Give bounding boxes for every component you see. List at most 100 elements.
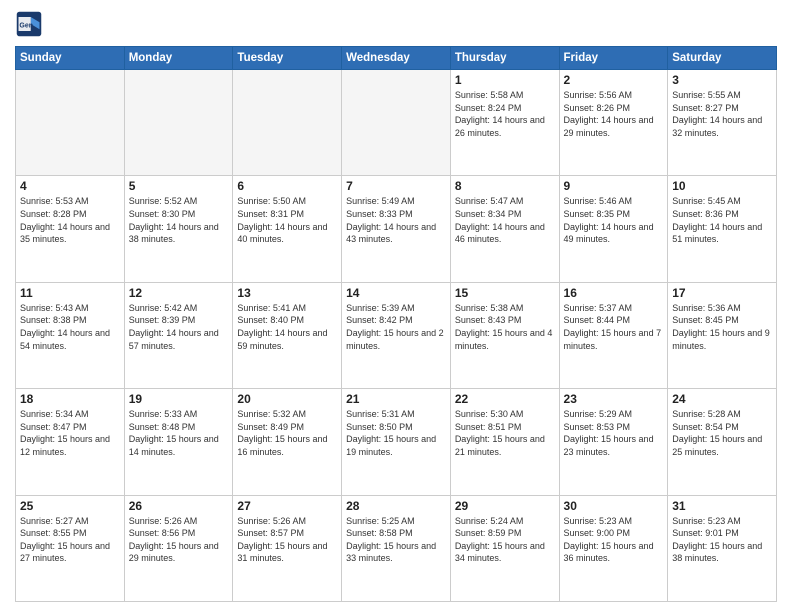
day-number: 24	[672, 392, 772, 406]
day-info: Sunrise: 5:25 AMSunset: 8:58 PMDaylight:…	[346, 515, 446, 565]
calendar-cell: 12Sunrise: 5:42 AMSunset: 8:39 PMDayligh…	[124, 282, 233, 388]
day-number: 4	[20, 179, 120, 193]
day-info: Sunrise: 5:23 AMSunset: 9:01 PMDaylight:…	[672, 515, 772, 565]
day-number: 13	[237, 286, 337, 300]
day-number: 18	[20, 392, 120, 406]
calendar-cell: 18 Sunrise: 5:34 AMSunset: 8:47 PMDayligh…	[16, 389, 125, 495]
day-info: Sunrise: 5:45 AMSunset: 8:36 PMDaylight:…	[672, 195, 772, 245]
calendar-cell: 17 Sunrise: 5:36 AMSunset: 8:45 PMDayligh…	[668, 282, 777, 388]
day-number: 22	[455, 392, 555, 406]
header: Gen	[15, 10, 777, 38]
day-info: Sunrise: 5:28 AMSunset: 8:54 PMDaylight:…	[672, 408, 772, 458]
day-info: Sunrise: 5:39 AMSunset: 8:42 PMDaylight:…	[346, 302, 446, 352]
day-info: Sunrise: 5:27 AMSunset: 8:55 PMDaylight:…	[20, 515, 120, 565]
day-info: Sunrise: 5:26 AMSunset: 8:57 PMDaylight:…	[237, 515, 337, 565]
day-number: 10	[672, 179, 772, 193]
day-info: Sunrise: 5:23 AMSunset: 9:00 PMDaylight:…	[564, 515, 664, 565]
calendar-cell: 29Sunrise: 5:24 AMSunset: 8:59 PMDayligh…	[450, 495, 559, 601]
day-info: Sunrise: 5:55 AMSunset: 8:27 PMDaylight:…	[672, 89, 772, 139]
calendar-cell: 16 Sunrise: 5:37 AMSunset: 8:44 PMDayligh…	[559, 282, 668, 388]
calendar-header-row: SundayMondayTuesdayWednesdayThursdayFrid…	[16, 47, 777, 70]
calendar-cell: 8 Sunrise: 5:47 AMSunset: 8:34 PMDaylight…	[450, 176, 559, 282]
calendar-cell: 7 Sunrise: 5:49 AMSunset: 8:33 PMDaylight…	[342, 176, 451, 282]
calendar-week-row: 11 Sunrise: 5:43 AMSunset: 8:38 PMDayligh…	[16, 282, 777, 388]
calendar-cell: 19 Sunrise: 5:33 AMSunset: 8:48 PMDayligh…	[124, 389, 233, 495]
day-number: 30	[564, 499, 664, 513]
day-info: Sunrise: 5:52 AMSunset: 8:30 PMDaylight:…	[129, 195, 229, 245]
day-info: Sunrise: 5:30 AMSunset: 8:51 PMDaylight:…	[455, 408, 555, 458]
calendar-cell: 27Sunrise: 5:26 AMSunset: 8:57 PMDayligh…	[233, 495, 342, 601]
day-info: Sunrise: 5:49 AMSunset: 8:33 PMDaylight:…	[346, 195, 446, 245]
calendar-cell: 31 Sunrise: 5:23 AMSunset: 9:01 PMDayligh…	[668, 495, 777, 601]
day-info: Sunrise: 5:50 AMSunset: 8:31 PMDaylight:…	[237, 195, 337, 245]
calendar-cell	[124, 70, 233, 176]
day-number: 15	[455, 286, 555, 300]
calendar-cell: 23 Sunrise: 5:29 AMSunset: 8:53 PMDayligh…	[559, 389, 668, 495]
day-info: Sunrise: 5:41 AMSunset: 8:40 PMDaylight:…	[237, 302, 337, 352]
logo-icon: Gen	[15, 10, 43, 38]
day-info: Sunrise: 5:43 AMSunset: 8:38 PMDaylight:…	[20, 302, 120, 352]
calendar-cell: 13 Sunrise: 5:41 AMSunset: 8:40 PMDayligh…	[233, 282, 342, 388]
day-info: Sunrise: 5:29 AMSunset: 8:53 PMDaylight:…	[564, 408, 664, 458]
calendar-cell: 10 Sunrise: 5:45 AMSunset: 8:36 PMDayligh…	[668, 176, 777, 282]
weekday-header: Saturday	[668, 47, 777, 70]
day-info: Sunrise: 5:37 AMSunset: 8:44 PMDaylight:…	[564, 302, 664, 352]
weekday-header: Sunday	[16, 47, 125, 70]
day-number: 26	[129, 499, 229, 513]
calendar-cell: 2 Sunrise: 5:56 AMSunset: 8:26 PMDaylight…	[559, 70, 668, 176]
calendar-cell	[16, 70, 125, 176]
calendar-cell: 20 Sunrise: 5:32 AMSunset: 8:49 PMDayligh…	[233, 389, 342, 495]
day-number: 23	[564, 392, 664, 406]
calendar-cell: 15 Sunrise: 5:38 AMSunset: 8:43 PMDayligh…	[450, 282, 559, 388]
calendar-cell: 11 Sunrise: 5:43 AMSunset: 8:38 PMDayligh…	[16, 282, 125, 388]
day-number: 5	[129, 179, 229, 193]
day-info: Sunrise: 5:32 AMSunset: 8:49 PMDaylight:…	[237, 408, 337, 458]
day-number: 12	[129, 286, 229, 300]
day-number: 16	[564, 286, 664, 300]
day-number: 9	[564, 179, 664, 193]
day-info: Sunrise: 5:47 AMSunset: 8:34 PMDaylight:…	[455, 195, 555, 245]
calendar-cell: 4 Sunrise: 5:53 AMSunset: 8:28 PMDaylight…	[16, 176, 125, 282]
day-number: 3	[672, 73, 772, 87]
weekday-header: Friday	[559, 47, 668, 70]
svg-text:Gen: Gen	[19, 23, 33, 30]
day-number: 14	[346, 286, 446, 300]
day-number: 1	[455, 73, 555, 87]
calendar-cell: 26 Sunrise: 5:26 AMSunset: 8:56 PMDayligh…	[124, 495, 233, 601]
day-number: 7	[346, 179, 446, 193]
day-info: Sunrise: 5:26 AMSunset: 8:56 PMDaylight:…	[129, 515, 229, 565]
calendar-cell	[342, 70, 451, 176]
day-info: Sunrise: 5:38 AMSunset: 8:43 PMDaylight:…	[455, 302, 555, 352]
calendar-cell: 25Sunrise: 5:27 AMSunset: 8:55 PMDayligh…	[16, 495, 125, 601]
day-number: 8	[455, 179, 555, 193]
day-number: 29	[455, 499, 555, 513]
day-number: 2	[564, 73, 664, 87]
calendar-week-row: 4 Sunrise: 5:53 AMSunset: 8:28 PMDaylight…	[16, 176, 777, 282]
day-number: 20	[237, 392, 337, 406]
weekday-header: Tuesday	[233, 47, 342, 70]
calendar-cell: 22 Sunrise: 5:30 AMSunset: 8:51 PMDayligh…	[450, 389, 559, 495]
calendar-cell: 1Sunrise: 5:58 AMSunset: 8:24 PMDaylight…	[450, 70, 559, 176]
day-number: 21	[346, 392, 446, 406]
calendar-cell: 3 Sunrise: 5:55 AMSunset: 8:27 PMDaylight…	[668, 70, 777, 176]
calendar-cell: 5 Sunrise: 5:52 AMSunset: 8:30 PMDaylight…	[124, 176, 233, 282]
day-info: Sunrise: 5:53 AMSunset: 8:28 PMDaylight:…	[20, 195, 120, 245]
day-info: Sunrise: 5:33 AMSunset: 8:48 PMDaylight:…	[129, 408, 229, 458]
logo: Gen	[15, 10, 47, 38]
day-info: Sunrise: 5:36 AMSunset: 8:45 PMDaylight:…	[672, 302, 772, 352]
weekday-header: Monday	[124, 47, 233, 70]
day-info: Sunrise: 5:34 AMSunset: 8:47 PMDaylight:…	[20, 408, 120, 458]
calendar-cell	[233, 70, 342, 176]
calendar-week-row: 1Sunrise: 5:58 AMSunset: 8:24 PMDaylight…	[16, 70, 777, 176]
page: Gen SundayMondayTuesdayWednesdayThursday…	[0, 0, 792, 612]
day-number: 17	[672, 286, 772, 300]
calendar-week-row: 25Sunrise: 5:27 AMSunset: 8:55 PMDayligh…	[16, 495, 777, 601]
calendar-week-row: 18 Sunrise: 5:34 AMSunset: 8:47 PMDayligh…	[16, 389, 777, 495]
day-number: 11	[20, 286, 120, 300]
day-number: 19	[129, 392, 229, 406]
calendar-cell: 24 Sunrise: 5:28 AMSunset: 8:54 PMDayligh…	[668, 389, 777, 495]
day-info: Sunrise: 5:46 AMSunset: 8:35 PMDaylight:…	[564, 195, 664, 245]
calendar-cell: 28Sunrise: 5:25 AMSunset: 8:58 PMDayligh…	[342, 495, 451, 601]
day-info: Sunrise: 5:56 AMSunset: 8:26 PMDaylight:…	[564, 89, 664, 139]
day-number: 31	[672, 499, 772, 513]
